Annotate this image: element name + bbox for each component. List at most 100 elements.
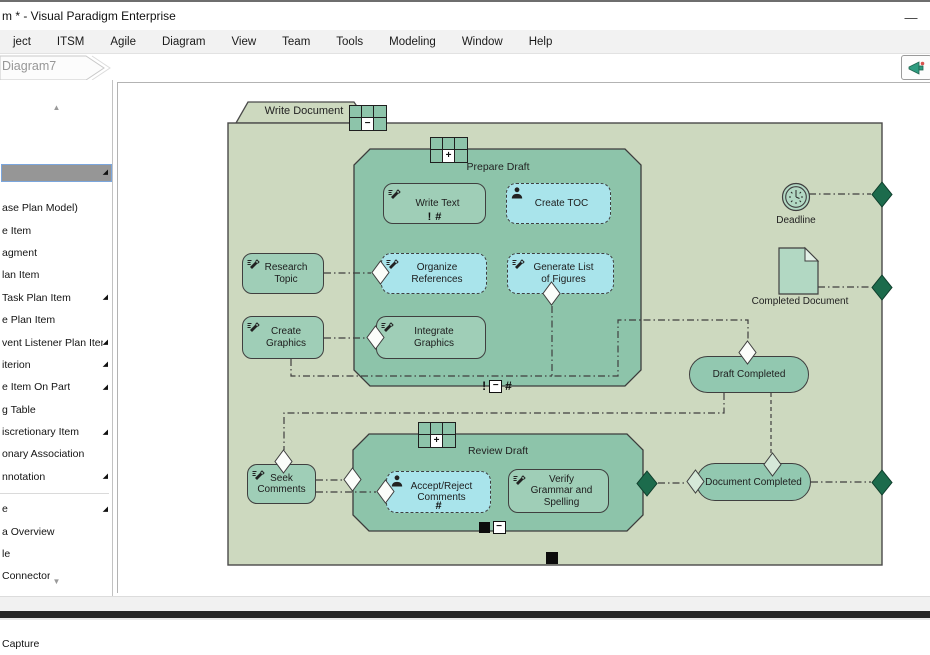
- palette-item[interactable]: vent Listener Plan Item ◢: [0, 331, 113, 353]
- entry-criterion-organize[interactable]: [371, 260, 390, 285]
- chevron-corner-icon: ◢: [103, 361, 108, 368]
- palette-scroll-up[interactable]: ▲: [0, 102, 113, 114]
- megaphone-icon: [907, 59, 927, 77]
- collapse-minus-button[interactable]: −: [489, 380, 502, 393]
- palette-item[interactable]: e Item: [0, 219, 113, 241]
- planning-marker: #: [435, 500, 441, 512]
- tool-palette: ◢ ▲ ase Plan Model) e Item agment lan It…: [0, 80, 113, 598]
- case-plan-label: Write Document: [251, 105, 357, 117]
- task-integrate-graphics[interactable]: Integrate Graphics: [376, 316, 486, 359]
- pen-icon: [246, 319, 260, 333]
- pen-icon: [387, 186, 401, 200]
- window-title: m * - Visual Paradigm Enterprise: [2, 9, 176, 23]
- prepare-stage-markers: ! − #: [464, 379, 530, 393]
- palette-item[interactable]: onary Association: [0, 443, 113, 465]
- entry-criterion-document-top[interactable]: [763, 452, 782, 477]
- palette-item[interactable]: nnotation ◢: [0, 466, 113, 488]
- menu-item[interactable]: ject: [0, 36, 44, 48]
- task-verify-grammar-spelling[interactable]: Verify Grammar and Spelling: [508, 469, 609, 513]
- chevron-corner-icon: ◢: [103, 429, 108, 436]
- entry-criterion-draft-completed[interactable]: [738, 340, 757, 365]
- entry-criterion-integrate[interactable]: [366, 325, 385, 350]
- planning-marker: #: [505, 380, 512, 392]
- collapse-minus-button[interactable]: −: [493, 521, 506, 534]
- task-create-graphics[interactable]: Create Graphics: [242, 316, 324, 359]
- palette-item[interactable]: e Item On Part ◢: [0, 376, 113, 398]
- completed-document-label: Completed Document: [730, 296, 870, 307]
- milestone-document-completed[interactable]: Document Completed: [696, 463, 811, 501]
- exit-criterion-document[interactable]: [871, 469, 893, 496]
- minimize-button[interactable]: —: [897, 6, 925, 28]
- prepare-expand-grid[interactable]: +: [430, 137, 468, 163]
- exit-criterion-generate-list[interactable]: [542, 281, 561, 306]
- entry-criterion-seek-comments[interactable]: [274, 449, 293, 474]
- deadline-label: Deadline: [756, 215, 836, 226]
- palette-item[interactable]: e ◢: [0, 498, 113, 520]
- menu-item[interactable]: Window: [449, 36, 516, 48]
- task-organize-references[interactable]: Organize References: [381, 253, 487, 294]
- diagram-canvas[interactable]: Write Document Prepare Draft Review Draf…: [117, 82, 930, 593]
- menu-item[interactable]: Modeling: [376, 36, 449, 48]
- pen-icon: [251, 467, 265, 481]
- announcement-button[interactable]: [901, 55, 930, 80]
- palette-item[interactable]: ase Plan Model): [0, 197, 113, 219]
- chevron-corner-icon: ◢: [103, 506, 108, 513]
- task-research-topic[interactable]: Research Topic: [242, 253, 324, 294]
- palette-item[interactable]: a Overview: [0, 520, 113, 542]
- diagram-base-svg: [118, 83, 930, 593]
- task-accept-reject-comments[interactable]: Accept/Reject Comments #: [386, 471, 491, 513]
- palette-item[interactable]: Task Plan Item ◢: [0, 287, 113, 309]
- palette-selected-tool[interactable]: ◢: [1, 164, 112, 182]
- chevron-corner-icon: ◢: [103, 473, 108, 480]
- required-marker: !: [428, 211, 432, 223]
- menu-item[interactable]: Help: [516, 36, 566, 48]
- palette-item[interactable]: [0, 488, 113, 498]
- status-bar: [0, 596, 930, 612]
- entry-criterion-document-left[interactable]: [686, 469, 705, 494]
- caseplan-collapse-grid[interactable]: −: [349, 105, 387, 131]
- palette-item[interactable]: g Table: [0, 399, 113, 421]
- menu-item[interactable]: Agile: [97, 36, 149, 48]
- person-icon: [510, 186, 524, 200]
- review-expand-grid[interactable]: +: [418, 422, 456, 448]
- pen-icon: [511, 256, 525, 270]
- stop-marker: [479, 522, 490, 533]
- menu-item[interactable]: Tools: [323, 36, 376, 48]
- review-stage-markers: −: [464, 520, 520, 534]
- expand-plus-button[interactable]: +: [443, 150, 455, 162]
- pen-icon: [512, 472, 526, 486]
- tab-diagram7[interactable]: Diagram7: [2, 59, 86, 73]
- exit-criterion-file[interactable]: [871, 274, 893, 301]
- entry-criterion-review-stage[interactable]: [343, 467, 362, 492]
- palette-item[interactable]: agment: [0, 242, 113, 264]
- menu-item[interactable]: ITSM: [44, 36, 97, 48]
- case-file-completed-document[interactable]: [779, 248, 818, 294]
- chevron-corner-icon: ◢: [103, 339, 108, 346]
- collapse-minus-button[interactable]: −: [362, 118, 374, 130]
- menu-item[interactable]: Team: [269, 36, 323, 48]
- timer-event-deadline[interactable]: [783, 184, 810, 211]
- expand-plus-button[interactable]: +: [431, 435, 443, 447]
- bottom-black-bar: [0, 611, 930, 618]
- entry-criterion-accept-reject[interactable]: [376, 479, 395, 504]
- menu-bar: jectITSMAgileDiagramViewTeamToolsModelin…: [0, 30, 930, 54]
- palette-item[interactable]: le: [0, 543, 113, 565]
- palette-item[interactable]: iscretionary Item ◢: [0, 421, 113, 443]
- pen-icon: [246, 256, 260, 270]
- palette-item[interactable]: lan Item: [0, 264, 113, 286]
- palette-item[interactable]: e Plan Item: [0, 309, 113, 331]
- chevron-corner-icon: ◢: [103, 384, 108, 391]
- task-write-text[interactable]: Write Text !#: [383, 183, 486, 224]
- exit-criterion-deadline[interactable]: [871, 181, 893, 208]
- task-create-toc[interactable]: Create TOC: [506, 183, 611, 224]
- palette-item[interactable]: iterion ◢: [0, 354, 113, 376]
- exit-criterion-review-stage[interactable]: [636, 470, 658, 497]
- chevron-corner-icon: ◢: [103, 294, 108, 301]
- title-bar: m * - Visual Paradigm Enterprise —: [0, 2, 930, 30]
- menu-item[interactable]: View: [218, 36, 269, 48]
- palette-item[interactable]: Capture: [0, 632, 113, 654]
- palette-scroll-down[interactable]: ▼: [0, 576, 113, 588]
- caseplan-stop-marker: [546, 552, 558, 564]
- menu-item[interactable]: Diagram: [149, 36, 218, 48]
- breadcrumb-bar: [0, 54, 930, 80]
